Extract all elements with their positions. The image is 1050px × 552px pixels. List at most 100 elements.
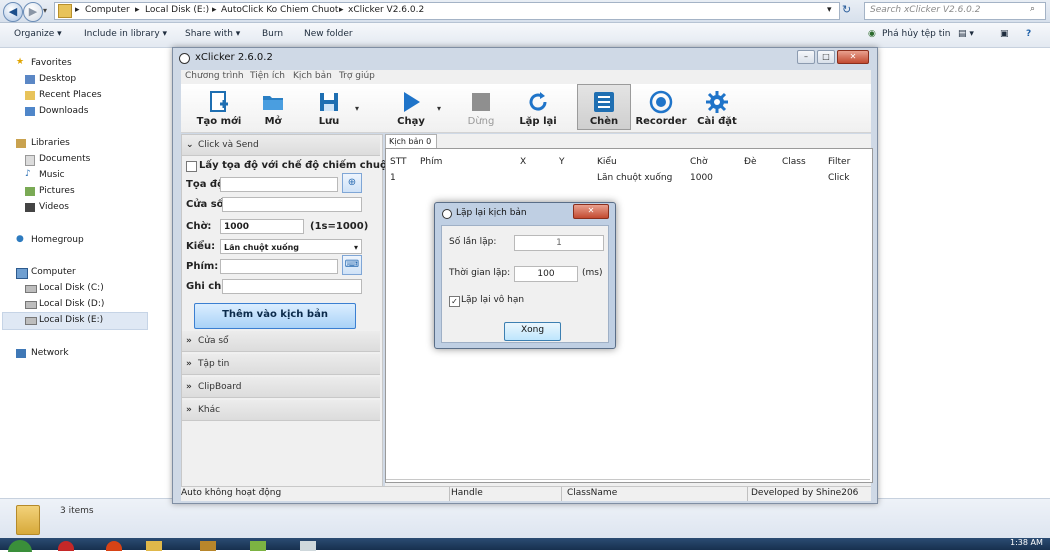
dialog-close-button[interactable]: ✕ xyxy=(573,204,609,219)
nav-computer[interactable]: Computer xyxy=(31,267,76,277)
repeat-interval-input[interactable]: 100 xyxy=(514,266,578,282)
recent-pages-chevron-icon[interactable]: ▾ xyxy=(43,6,47,15)
nav-pictures[interactable]: Pictures xyxy=(39,186,75,196)
menu-utilities[interactable]: Tiện ích xyxy=(250,71,285,81)
menu-program[interactable]: Chương trình xyxy=(185,71,244,81)
settings-button[interactable]: Cài đặt xyxy=(695,86,739,130)
section-other-label: Khác xyxy=(198,405,221,415)
handle-status: Handle xyxy=(451,488,483,498)
table-row[interactable] xyxy=(386,149,870,171)
key-input[interactable] xyxy=(220,259,338,274)
menu-bar: Chương trình Tiện ích Kịch bản Trợ giúp xyxy=(181,70,871,84)
left-panel: ⌄ Click và Send Lấy tọa độ với chế độ ch… xyxy=(181,134,392,500)
close-button[interactable]: ✕ xyxy=(837,50,869,64)
start-orb-icon[interactable] xyxy=(8,540,32,552)
repeat-button[interactable]: Lặp lại xyxy=(515,86,561,130)
recorder-button[interactable]: Recorder xyxy=(635,86,687,130)
nav-music[interactable]: Music xyxy=(39,170,65,180)
crosshair-pick-icon[interactable]: ⊕ xyxy=(342,173,362,193)
section-other[interactable]: » Khác xyxy=(182,400,380,421)
back-button[interactable]: ◀ xyxy=(3,2,23,22)
help-icon[interactable]: ? xyxy=(1026,29,1031,39)
refresh-icon[interactable]: ↻ xyxy=(842,3,851,16)
wait-input[interactable]: 1000 xyxy=(220,219,304,234)
search-input[interactable]: Search xClicker V2.6.0.2 ⌕ xyxy=(864,2,1046,20)
nav-local-disk-d[interactable]: Local Disk (D:) xyxy=(39,299,104,309)
include-in-library-button[interactable]: Include in library ▾ xyxy=(84,29,167,39)
insert-button[interactable]: Chèn xyxy=(581,86,627,130)
nav-local-disk-e[interactable]: Local Disk (E:) xyxy=(39,315,103,325)
section-click-send[interactable]: ⌄ Click và Send xyxy=(182,135,380,156)
nav-desktop[interactable]: Desktop xyxy=(39,74,76,84)
menu-script[interactable]: Kịch bản xyxy=(293,71,332,81)
nav-libraries[interactable]: Libraries xyxy=(31,138,70,148)
note-input[interactable] xyxy=(222,279,362,294)
stop-button[interactable]: Dừng xyxy=(461,86,501,130)
window-titlebar[interactable]: xClicker 2.6.0.2 – □ ✕ xyxy=(173,48,877,68)
save-dropdown-icon[interactable]: ▾ xyxy=(355,104,359,113)
infinite-checkbox[interactable]: ✓ xyxy=(449,296,460,307)
new-file-icon xyxy=(210,91,228,112)
nav-homegroup[interactable]: Homegroup xyxy=(31,235,84,245)
section-window[interactable]: » Cửa sổ xyxy=(182,331,380,352)
breadcrumb-local-disk-e[interactable]: Local Disk (E:) xyxy=(145,5,209,15)
menu-help[interactable]: Trợ giúp xyxy=(339,71,375,81)
nav-local-disk-c[interactable]: Local Disk (C:) xyxy=(39,283,104,293)
done-button[interactable]: Xong xyxy=(504,322,561,341)
new-folder-button[interactable]: New folder xyxy=(304,29,353,39)
key-label: Phím: xyxy=(186,261,219,272)
run-button[interactable]: Chạy xyxy=(391,86,431,130)
repeat-script-dialog: Lặp lại kịch bản ✕ Số lần lặp: 1 Thời gi… xyxy=(434,202,616,349)
minimize-button[interactable]: – xyxy=(797,50,815,64)
breadcrumb-autoclick-folder[interactable]: AutoClick Ko Chiem Chuot xyxy=(221,5,338,15)
address-input[interactable]: ▸ Computer ▸ Local Disk (E:) ▸ AutoClick… xyxy=(54,2,840,20)
chevron-right-icon: » xyxy=(186,359,192,369)
breadcrumb-computer[interactable]: Computer xyxy=(85,5,130,15)
add-to-script-button[interactable]: Thêm vào kịch bản xyxy=(194,303,356,329)
interval-unit: (ms) xyxy=(582,268,603,278)
share-with-button[interactable]: Share with ▾ xyxy=(185,29,240,39)
nav-network[interactable]: Network xyxy=(31,348,69,358)
nav-videos[interactable]: Videos xyxy=(39,202,69,212)
window-input[interactable] xyxy=(222,197,362,212)
developer-credit: Developed by Shine206 xyxy=(751,488,859,498)
section-clipboard-label: ClipBoard xyxy=(198,382,242,392)
open-button[interactable]: Mở xyxy=(253,86,293,130)
window-title: xClicker 2.6.0.2 xyxy=(195,52,273,63)
nav-downloads[interactable]: Downloads xyxy=(39,106,88,116)
preview-pane-icon[interactable]: ▣ xyxy=(1000,29,1009,39)
breadcrumb-xclicker-folder[interactable]: xClicker V2.6.0.2 xyxy=(348,5,424,15)
settings-label: Cài đặt xyxy=(697,116,737,127)
section-file[interactable]: » Tập tin xyxy=(182,354,380,375)
new-button[interactable]: Tạo mới xyxy=(195,86,243,130)
list-icon xyxy=(594,92,614,112)
save-button[interactable]: Lưu xyxy=(309,86,349,130)
clock[interactable]: 1:38 AM xyxy=(1010,538,1043,547)
repeat-count-input[interactable]: 1 xyxy=(514,235,604,251)
keyboard-icon[interactable]: ⌨ xyxy=(342,255,362,275)
run-dropdown-icon[interactable]: ▾ xyxy=(437,104,441,113)
forward-button[interactable]: ▶ xyxy=(23,2,43,22)
nav-recent-places[interactable]: Recent Places xyxy=(39,90,102,100)
app-status-bar: Auto không hoạt động Handle ClassName De… xyxy=(181,486,871,501)
tab-script-0[interactable]: Kịch bản 0 * xyxy=(385,134,437,160)
coord-input[interactable] xyxy=(220,177,338,192)
burn-button[interactable]: Burn xyxy=(262,29,283,39)
section-clipboard[interactable]: » ClipBoard xyxy=(182,377,380,398)
organize-button[interactable]: Organize ▾ xyxy=(14,29,62,39)
view-options-icon[interactable]: ▤ ▾ xyxy=(958,29,974,39)
maximize-button[interactable]: □ xyxy=(817,50,835,64)
destroy-files-button[interactable]: Phá hủy tệp tin xyxy=(882,29,950,39)
breadcrumb-sep-icon: ▸ xyxy=(75,5,80,15)
type-select[interactable]: Lăn chuột xuống ▾ xyxy=(220,239,362,254)
address-dropdown-icon[interactable]: ▾ xyxy=(827,5,832,15)
capture-checkbox[interactable] xyxy=(186,161,197,172)
infinite-checkbox-label: Lặp lại vô hạn xyxy=(461,295,525,305)
nav-favorites[interactable]: Favorites xyxy=(31,58,72,68)
status-divider xyxy=(561,487,562,501)
drive-c-icon xyxy=(25,285,37,293)
cell-filter: Click xyxy=(828,173,850,183)
ribbon-toolbar: Tạo mới Mở Lưu ▾ Chạy ▾ Dừng Lặp lại Chè… xyxy=(181,84,871,133)
new-label: Tạo mới xyxy=(196,116,242,127)
nav-documents[interactable]: Documents xyxy=(39,154,90,164)
